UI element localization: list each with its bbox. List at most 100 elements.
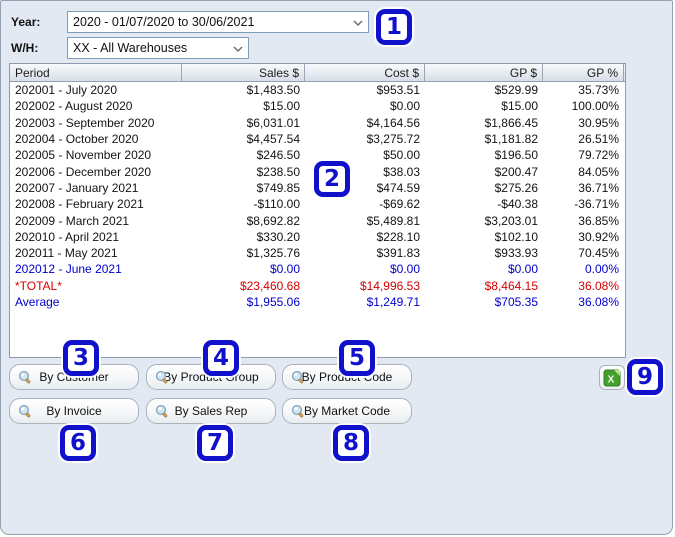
cost-cell: $5,489.81 — [366, 213, 420, 228]
report-window: Year: 2020 - 01/07/2020 to 30/06/2021 W/… — [0, 0, 673, 535]
year-dropdown[interactable]: 2020 - 01/07/2020 to 30/06/2021 — [67, 11, 369, 33]
gp-cell: $102.10 — [494, 229, 538, 244]
by-invoice-button[interactable]: By Invoice — [9, 398, 139, 424]
annotation-number: 7 — [206, 430, 223, 456]
by-market-code-button[interactable]: By Market Code — [282, 398, 412, 424]
period-cell: 202008 - February 2021 — [15, 197, 144, 212]
annotation-badge: 3 — [63, 340, 99, 376]
period-cell: 202006 - December 2020 — [15, 164, 152, 179]
annotation-badge: 7 — [197, 425, 233, 461]
period-cell: 202010 - April 2021 — [15, 229, 120, 244]
sales-cell: $6,031.01 — [246, 115, 300, 130]
gp-cell: $196.50 — [494, 148, 538, 163]
drill-button-label: By Invoice — [46, 404, 102, 418]
annotation-badge: 1 — [376, 9, 412, 45]
gp-pct-cell: 26.51% — [578, 132, 619, 147]
warehouse-dropdown[interactable]: XX - All Warehouses — [67, 37, 249, 59]
table-row: Average $1,955.06 $1,249.71 $705.35 36.0… — [10, 294, 625, 310]
column-header-period: Period — [10, 64, 182, 81]
magnifier-icon — [155, 370, 168, 384]
cost-cell: $4,164.56 — [366, 115, 420, 130]
sales-cell: $0.00 — [269, 262, 300, 277]
cost-cell: $0.00 — [389, 262, 420, 277]
table-row: 202008 - February 2021 -$110.00 -$69.62 … — [10, 196, 625, 212]
gp-cell: -$40.38 — [497, 197, 538, 212]
cost-cell: $3,275.72 — [366, 132, 420, 147]
gp-cell: $3,203.01 — [484, 213, 538, 228]
cost-cell: $228.10 — [376, 229, 420, 244]
annotation-number: 9 — [636, 364, 653, 390]
column-header-sales: Sales $ — [182, 64, 305, 81]
sales-cell: $4,457.54 — [246, 132, 300, 147]
gp-pct-cell: 36.71% — [578, 180, 619, 195]
by-sales-rep-button[interactable]: By Sales Rep — [146, 398, 276, 424]
sales-cell: $246.50 — [256, 148, 300, 163]
sales-cell: $23,460.68 — [239, 278, 300, 293]
annotation-number: 5 — [348, 345, 365, 371]
excel-export-icon: X — [603, 369, 621, 386]
gp-cell: $200.47 — [494, 164, 538, 179]
gp-cell: $529.99 — [494, 83, 538, 98]
gp-cell: $8,464.15 — [484, 278, 538, 293]
table-row: 202002 - August 2020 $15.00 $0.00 $15.00… — [10, 98, 625, 114]
annotation-number: 3 — [72, 345, 89, 371]
magnifier-icon — [155, 404, 168, 418]
gp-pct-cell: 36.08% — [578, 295, 619, 309]
period-cell: 202001 - July 2020 — [15, 83, 118, 98]
annotation-number: 2 — [323, 166, 340, 192]
gp-pct-cell: 84.05% — [578, 164, 619, 179]
table-row: 202011 - May 2021 $1,325.76 $391.83 $933… — [10, 245, 625, 261]
annotation-badge: 6 — [60, 425, 96, 461]
cost-cell: -$69.62 — [379, 197, 420, 212]
magnifier-icon — [18, 370, 31, 384]
period-cell: 202005 - November 2020 — [15, 148, 152, 163]
warehouse-label: W/H: — [11, 41, 39, 55]
sales-cell: $15.00 — [263, 99, 300, 114]
annotation-badge: 5 — [339, 340, 375, 376]
period-cell: Average — [15, 295, 60, 309]
cost-cell: $391.83 — [376, 246, 420, 261]
table-row: 202001 - July 2020 $1,483.50 $953.51 $52… — [10, 82, 625, 98]
gp-pct-cell: 70.45% — [578, 246, 619, 261]
annotation-badge: 4 — [203, 340, 239, 376]
drill-button-label: By Sales Rep — [174, 404, 248, 418]
period-cell: 202009 - March 2021 — [15, 213, 130, 228]
report-table-body: 202001 - July 2020 $1,483.50 $953.51 $52… — [10, 82, 625, 310]
annotation-number: 6 — [69, 430, 86, 456]
sales-cell: $1,325.76 — [246, 246, 300, 261]
gp-pct-cell: -36.71% — [574, 197, 619, 212]
period-cell: 202003 - September 2020 — [15, 115, 155, 130]
year-dropdown-value: 2020 - 01/07/2020 to 30/06/2021 — [73, 15, 255, 29]
table-row: 202010 - April 2021 $330.20 $228.10 $102… — [10, 229, 625, 245]
sales-cell: $238.50 — [256, 164, 300, 179]
sales-cell: $1,483.50 — [246, 83, 300, 98]
cost-cell: $14,996.53 — [359, 278, 420, 293]
period-cell: *TOTAL* — [15, 278, 62, 293]
cost-cell: $0.00 — [389, 99, 420, 114]
gp-pct-cell: 0.00% — [584, 262, 619, 277]
sales-cell: $1,955.06 — [246, 295, 300, 309]
table-row: 202005 - November 2020 $246.50 $50.00 $1… — [10, 147, 625, 163]
annotation-number: 1 — [385, 14, 402, 40]
chevron-down-icon — [353, 20, 363, 26]
gp-cell: $705.35 — [494, 295, 538, 309]
table-header: Period Sales $ Cost $ GP $ GP % — [10, 64, 625, 82]
column-header-filler — [624, 64, 625, 81]
annotation-badge: 8 — [333, 425, 369, 461]
magnifier-icon — [18, 404, 31, 418]
annotation-badge: 2 — [314, 161, 350, 197]
period-cell: 202007 - January 2021 — [15, 180, 139, 195]
excel-export-button[interactable]: X — [599, 365, 625, 390]
svg-text:X: X — [608, 374, 615, 385]
gp-pct-cell: 35.73% — [578, 83, 619, 98]
report-table: Period Sales $ Cost $ GP $ GP % 202001 -… — [9, 63, 626, 358]
gp-pct-cell: 100.00% — [571, 99, 619, 114]
gp-cell: $933.93 — [494, 246, 538, 261]
annotation-badge: 9 — [627, 359, 663, 395]
period-cell: 202004 - October 2020 — [15, 132, 139, 147]
year-label: Year: — [11, 15, 41, 29]
annotation-number: 8 — [342, 430, 359, 456]
table-row: 202012 - June 2021 $0.00 $0.00 $0.00 0.0… — [10, 261, 625, 277]
warehouse-dropdown-value: XX - All Warehouses — [73, 41, 188, 55]
column-header-cost: Cost $ — [305, 64, 425, 81]
